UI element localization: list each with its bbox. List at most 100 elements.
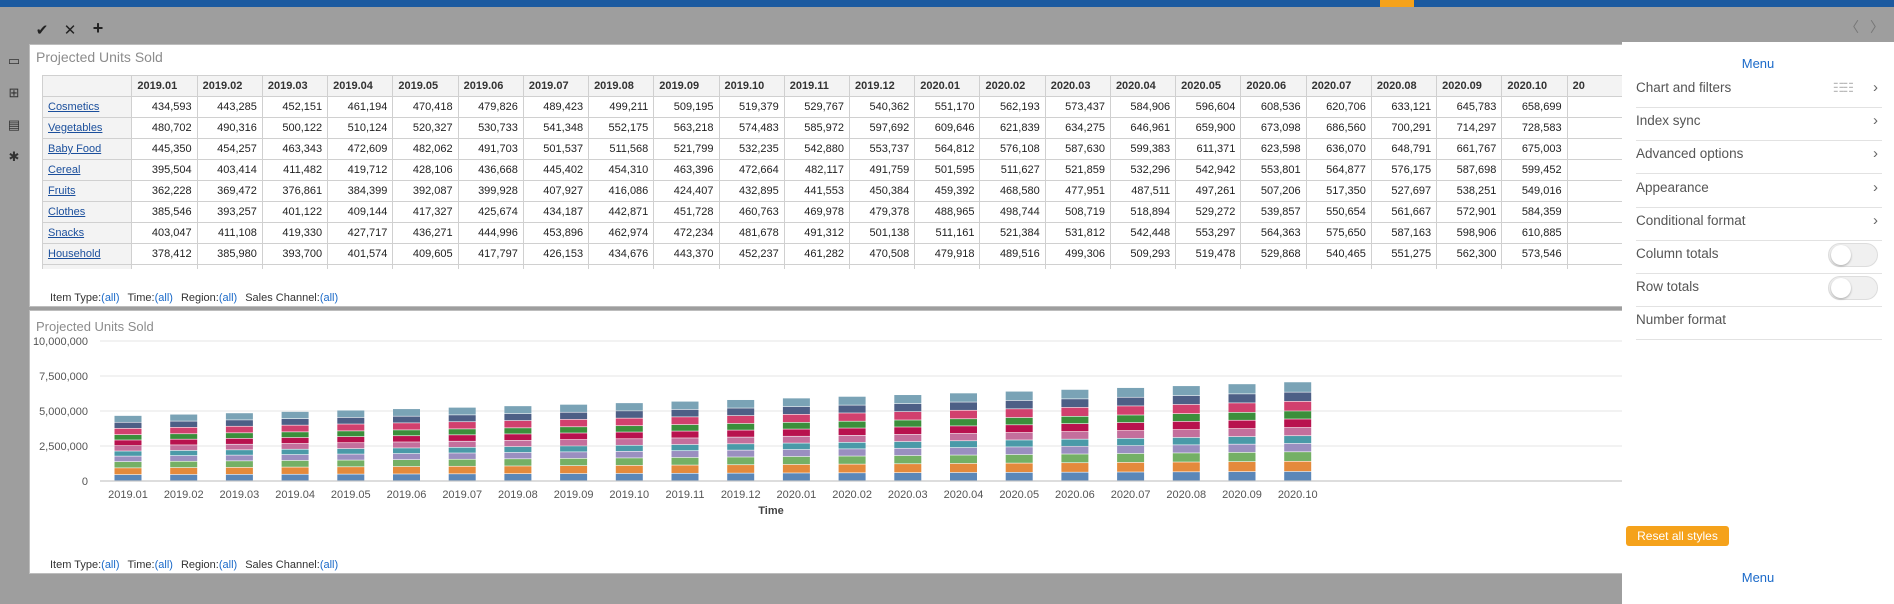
- row-header-link[interactable]: Fruits: [42, 180, 133, 202]
- chart-bar-segment[interactable]: [560, 458, 588, 466]
- chart-bar-segment[interactable]: [225, 444, 253, 450]
- table-cell[interactable]: 443,370: [653, 243, 720, 265]
- chart-bar-segment[interactable]: [838, 405, 866, 413]
- table-cell[interactable]: 553,297: [1175, 222, 1242, 244]
- chart-bar-segment[interactable]: [337, 431, 365, 437]
- chart-bar-segment[interactable]: [1172, 437, 1200, 445]
- filter-value-link[interactable]: (all): [155, 292, 173, 304]
- table-cell[interactable]: 471,688: [261, 264, 329, 269]
- table-cell[interactable]: 499,211: [588, 96, 655, 118]
- chart-bar-segment[interactable]: [1172, 453, 1200, 462]
- chart-bar-segment[interactable]: [727, 450, 755, 457]
- prev-arrow-icon[interactable]: 〈: [1845, 17, 1859, 37]
- add-icon[interactable]: +: [88, 18, 108, 39]
- row-header-link[interactable]: Vegetables: [42, 117, 133, 139]
- table-cell[interactable]: 403,414: [196, 159, 263, 181]
- table-cell[interactable]: 489,516: [979, 243, 1046, 265]
- table-cell[interactable]: 673,098: [1240, 117, 1307, 139]
- row-header-link[interactable]: Clothes: [42, 201, 133, 223]
- table-cell[interactable]: 479,826: [457, 96, 524, 118]
- chart-bar-segment[interactable]: [504, 428, 532, 434]
- chart-bar-segment[interactable]: [671, 401, 699, 410]
- table-cell[interactable]: 529,767: [783, 96, 851, 118]
- chart-bar-segment[interactable]: [782, 443, 810, 450]
- column-header[interactable]: 2020.07: [1305, 75, 1372, 97]
- chart-bar-segment[interactable]: [782, 406, 810, 415]
- table-cell[interactable]: 369,472: [196, 180, 263, 202]
- chart-bar-segment[interactable]: [560, 427, 588, 433]
- table-cell[interactable]: 393,257: [196, 201, 263, 223]
- table-cell[interactable]: 517,350: [1305, 180, 1372, 202]
- table-cell[interactable]: 561,667: [1370, 201, 1438, 223]
- chart-bar-segment[interactable]: [337, 417, 365, 424]
- chart-bar-segment[interactable]: [1284, 436, 1312, 444]
- table-cell[interactable]: 401,122: [261, 201, 329, 223]
- chart-bar-segment[interactable]: [727, 444, 755, 450]
- chart-bar-segment[interactable]: [114, 468, 142, 475]
- table-cell[interactable]: 424,407: [653, 180, 720, 202]
- chart-bar-segment[interactable]: [337, 436, 365, 443]
- chart-bar-segment[interactable]: [1172, 413, 1200, 422]
- table-cell[interactable]: 442,871: [588, 201, 655, 223]
- chart-bar-segment[interactable]: [1117, 415, 1145, 423]
- chart-bar-segment[interactable]: [671, 473, 699, 481]
- table-cell[interactable]: 407,927: [522, 180, 590, 202]
- chart-bar-segment[interactable]: [114, 445, 142, 451]
- chart-bar-segment[interactable]: [782, 456, 810, 465]
- table-cell[interactable]: 584,906: [1109, 96, 1177, 118]
- table-cell[interactable]: 461,194: [327, 96, 394, 118]
- table-cell[interactable]: 434,187: [522, 201, 590, 223]
- table-cell[interactable]: 472,664: [718, 159, 785, 181]
- chart-bar-segment[interactable]: [170, 421, 198, 428]
- chart-bar-segment[interactable]: [727, 415, 755, 424]
- table-cell[interactable]: 463,396: [653, 159, 720, 181]
- table-cell[interactable]: 497,261: [1175, 180, 1242, 202]
- table-cell[interactable]: 573,437: [1044, 96, 1111, 118]
- chart-bar-segment[interactable]: [1117, 406, 1145, 415]
- chart-bar-segment[interactable]: [1061, 416, 1089, 424]
- chart-bar-segment[interactable]: [1005, 409, 1033, 418]
- table-cell[interactable]: 453,372: [131, 264, 198, 269]
- table-cell[interactable]: 501,595: [914, 159, 981, 181]
- row-header-link[interactable]: Household: [42, 243, 133, 265]
- chart-bar-segment[interactable]: [560, 473, 588, 481]
- filter-value-link[interactable]: (all): [219, 559, 237, 571]
- table-cell[interactable]: 539,857: [1240, 201, 1307, 223]
- chart-bar-segment[interactable]: [838, 435, 866, 443]
- hierarchy-icon[interactable]: ⊞: [0, 77, 28, 109]
- table-cell[interactable]: 575,650: [1305, 222, 1372, 244]
- column-header[interactable]: 2019.06: [457, 75, 524, 97]
- menu-item-number-format[interactable]: Number format: [1636, 300, 1882, 341]
- chart-bar-segment[interactable]: [1061, 439, 1089, 446]
- table-cell[interactable]: 409,144: [327, 201, 394, 223]
- table-cell[interactable]: 395,504: [131, 159, 198, 181]
- chart-bar-segment[interactable]: [114, 435, 142, 440]
- chart-bar-segment[interactable]: [1284, 419, 1312, 428]
- table-cell[interactable]: 585,972: [783, 117, 851, 139]
- chart-bar-segment[interactable]: [950, 472, 977, 481]
- chart-bar-segment[interactable]: [727, 437, 755, 444]
- table-cell[interactable]: 482,062: [392, 138, 459, 160]
- chart-bar-segment[interactable]: [894, 472, 922, 481]
- table-cell[interactable]: 633,121: [1370, 96, 1438, 118]
- table-cell[interactable]: 563,711: [848, 264, 916, 269]
- table-cell[interactable]: 596,604: [1175, 96, 1242, 118]
- chart-bar-segment[interactable]: [1172, 421, 1200, 430]
- chart-bar-segment[interactable]: [950, 419, 977, 426]
- table-cell[interactable]: 460,763: [718, 201, 785, 223]
- gear-icon[interactable]: ✱: [0, 141, 28, 173]
- chart-bar-segment[interactable]: [1228, 471, 1256, 481]
- chart-bar-segment[interactable]: [1117, 430, 1145, 439]
- table-cell[interactable]: 376,861: [261, 180, 329, 202]
- chart-bar-segment[interactable]: [448, 453, 476, 459]
- table-cell[interactable]: 426,153: [522, 243, 590, 265]
- chart-bar-segment[interactable]: [894, 448, 922, 456]
- chart-bar-segment[interactable]: [504, 420, 532, 428]
- chart-bar-segment[interactable]: [393, 442, 420, 448]
- table-cell[interactable]: 520,327: [392, 117, 459, 139]
- table-cell[interactable]: 509,293: [1109, 243, 1177, 265]
- table-cell[interactable]: [1566, 222, 1630, 244]
- table-cell[interactable]: [1566, 159, 1630, 181]
- chart-bar-segment[interactable]: [615, 432, 643, 439]
- chart-bar-segment[interactable]: [114, 415, 142, 422]
